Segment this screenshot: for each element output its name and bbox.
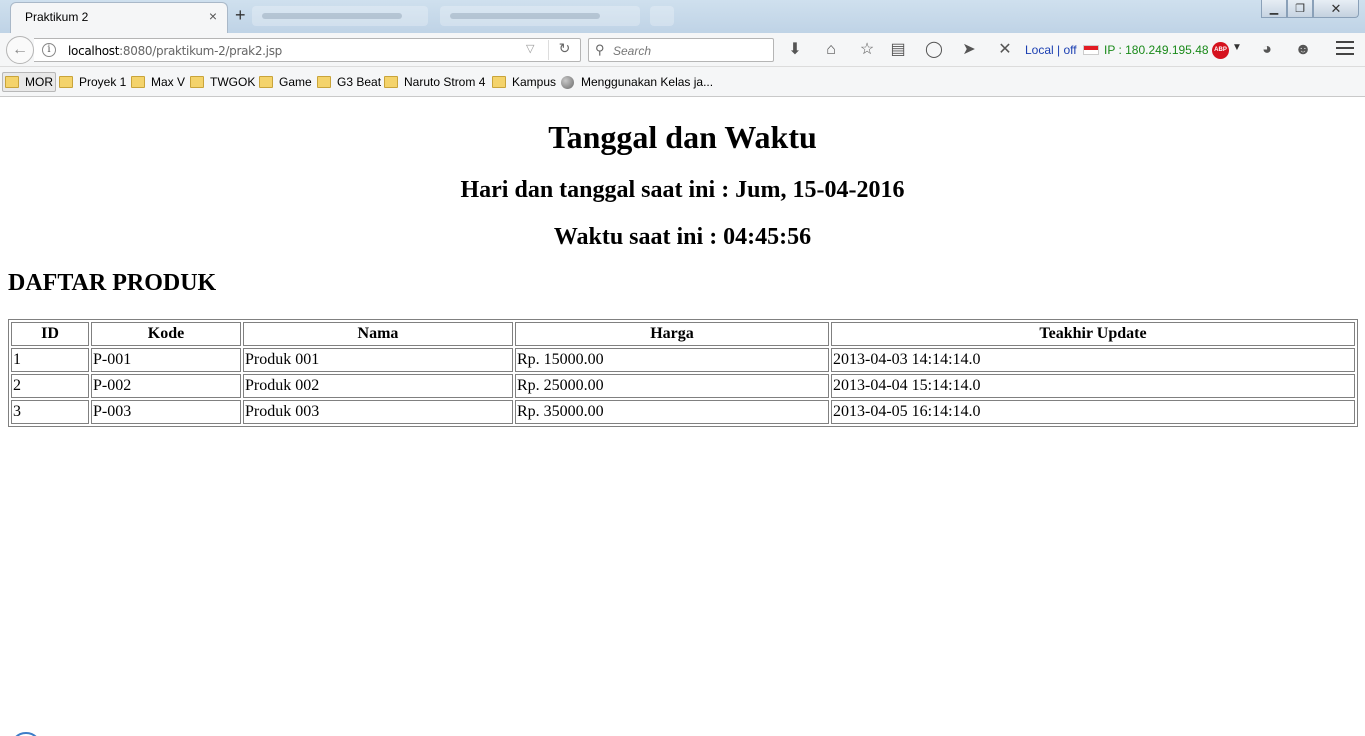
folder-icon [131,76,145,88]
bookmark-label: Game [279,75,312,89]
x-icon[interactable]: ✕ [995,40,1015,60]
time-heading: Waktu saat ini : 04:45:56 [553,224,812,250]
smiley-icon[interactable]: ☻ [1293,40,1313,60]
local-status[interactable]: Local | off [1025,43,1077,57]
cell-nama: Produk 002 [243,374,513,398]
search-placeholder: Search [613,44,652,58]
cell-harga: Rp. 15000.00 [515,348,829,372]
bookmark-folder[interactable]: TWGOK [188,72,255,92]
navigation-bar: ← i localhost:8080/praktikum-2/prak2.jsp… [0,33,1365,67]
tab-active[interactable]: Praktikum 2 × [10,2,228,33]
menu-icon[interactable] [1336,41,1354,57]
back-arrow-icon[interactable]: ← [6,36,34,64]
pocket-icon[interactable]: ◯ [924,40,944,60]
url-text[interactable]: localhost:8080/praktikum-2/prak2.jsp [68,44,282,58]
column-header-kode: Kode [91,322,241,346]
globe-icon [561,75,574,89]
table-row: 3 P-003 Produk 003 Rp. 35000.00 2013-04-… [11,400,1355,424]
section-title: DAFTAR PRODUK [8,270,217,296]
download-icon[interactable]: ⬇ [785,40,805,60]
cell-harga: Rp. 35000.00 [515,400,829,424]
minimize-button[interactable]: ▁ [1261,0,1287,18]
ip-address[interactable]: IP : 180.249.195.48 [1104,43,1209,57]
window-controls: ▁ ❐ ✕ [1261,0,1359,20]
cell-kode: P-003 [91,400,241,424]
cell-update: 2013-04-05 16:14:14.0 [831,400,1355,424]
cell-id: 1 [11,348,89,372]
cell-nama: Produk 001 [243,348,513,372]
bookmark-star-icon[interactable]: ☆ [857,40,877,60]
product-table: ID Kode Nama Harga Teakhir Update 1 P-00… [8,319,1358,427]
history-icon[interactable]: ◕ [1257,40,1277,60]
bookmark-folder[interactable]: Proyek 1 [57,72,126,92]
cell-kode: P-001 [91,348,241,372]
folder-icon [384,76,398,88]
folder-icon [259,76,273,88]
title-bar: Praktikum 2 × + ▁ ❐ ✕ [0,0,1365,33]
search-icon: ⚲ [595,42,605,57]
url-bar[interactable]: i localhost:8080/praktikum-2/prak2.jsp ▽… [34,38,581,62]
bookmark-folder[interactable]: Game [257,72,312,92]
bookmark-label: MOR [25,75,53,89]
table-row: 1 P-001 Produk 001 Rp. 15000.00 2013-04-… [11,348,1355,372]
folder-icon [317,76,331,88]
bookmark-link[interactable]: Menggunakan Kelas ja... [561,72,713,92]
info-icon[interactable]: i [42,43,56,57]
bookmark-folder[interactable]: MOR [2,72,56,92]
cell-kode: P-002 [91,374,241,398]
close-window-button[interactable]: ✕ [1313,0,1359,18]
flag-icon [1083,45,1099,55]
background-tab[interactable] [252,6,428,26]
search-input[interactable]: ⚲ Search [588,38,774,62]
adblock-icon[interactable]: ABP [1212,42,1229,59]
table-row: 2 P-002 Produk 002 Rp. 25000.00 2013-04-… [11,374,1355,398]
column-header-harga: Harga [515,322,829,346]
bookmark-label: TWGOK [210,75,256,89]
url-path: :8080/praktikum-2/prak2.jsp [119,44,282,58]
column-header-id: ID [11,322,89,346]
dropdown-icon[interactable]: ▽ [526,42,534,55]
background-tab[interactable] [650,6,674,26]
cell-harga: Rp. 25000.00 [515,374,829,398]
url-host: localhost [68,44,120,58]
background-tab[interactable] [440,6,640,26]
cell-id: 2 [11,374,89,398]
column-header-nama: Nama [243,322,513,346]
column-header-update: Teakhir Update [831,322,1355,346]
send-icon[interactable]: ➤ [959,40,979,60]
chevron-down-icon[interactable]: ▼ [1232,42,1242,53]
bookmark-folder[interactable]: Max V [129,72,185,92]
bookmark-label: G3 Beat [337,75,382,89]
bookmark-folder[interactable]: Naruto Strom 4 [382,72,485,92]
page-content: Tanggal dan Waktu Hari dan tanggal saat … [0,97,1365,736]
bookmark-folder[interactable]: Kampus [490,72,556,92]
cell-update: 2013-04-03 14:14:14.0 [831,348,1355,372]
restore-button[interactable]: ❐ [1287,0,1313,18]
reading-list-icon[interactable]: ▤ [888,40,908,60]
bookmark-label: Max V [151,75,186,89]
folder-icon [5,76,19,88]
cell-nama: Produk 003 [243,400,513,424]
bookmarks-bar: MOR Proyek 1 Max V TWGOK Game G3 Beat Na… [0,67,1365,97]
tab-close-icon[interactable]: × [209,8,217,24]
table-header-row: ID Kode Nama Harga Teakhir Update [11,322,1355,346]
tab-title: Praktikum 2 [25,10,89,24]
folder-icon [59,76,73,88]
cell-update: 2013-04-04 15:14:14.0 [831,374,1355,398]
home-icon[interactable]: ⌂ [821,40,841,60]
bookmark-label: Menggunakan Kelas ja... [581,75,714,89]
folder-icon [190,76,204,88]
cell-id: 3 [11,400,89,424]
date-heading: Hari dan tanggal saat ini : Jum, 15-04-2… [460,177,905,203]
bookmark-label: Proyek 1 [79,75,127,89]
folder-icon [492,76,506,88]
bookmark-label: Naruto Strom 4 [404,75,486,89]
new-tab-button[interactable]: + [235,5,246,25]
bookmark-folder[interactable]: G3 Beat [315,72,381,92]
page-title: Tanggal dan Waktu [548,119,817,155]
reload-icon[interactable]: ↻ [548,40,580,60]
bookmark-label: Kampus [512,75,557,89]
